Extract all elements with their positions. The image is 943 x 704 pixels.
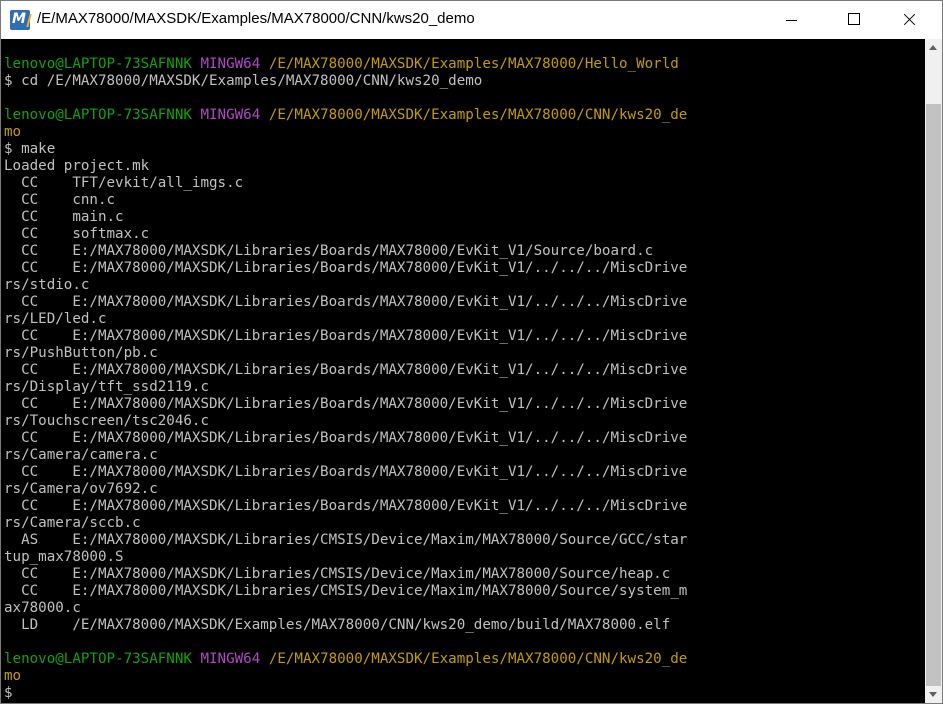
output-line: rs/Display/tft_ssd2119.c <box>4 379 209 395</box>
scroll-up-arrow-icon[interactable] <box>925 39 942 56</box>
output-line: rs/stdio.c <box>4 277 90 293</box>
output-line: CC E:/MAX78000/MAXSDK/Libraries/Boards/M… <box>4 464 688 480</box>
prompt-line: lenovo@LAPTOP-73SAFNNK MINGW64 /E/MAX780… <box>4 107 687 124</box>
output-line: CC E:/MAX78000/MAXSDK/Libraries/Boards/M… <box>4 260 688 276</box>
output-line: LD /E/MAX78000/MAXSDK/Examples/MAX78000/… <box>4 617 671 633</box>
output-line: rs/Camera/sccb.c <box>4 515 141 531</box>
output-line: CC E:/MAX78000/MAXSDK/Libraries/CMSIS/De… <box>4 583 688 599</box>
terminal-output[interactable]: lenovo@LAPTOP-73SAFNNK MINGW64 /E/MAX780… <box>1 39 925 703</box>
maximize-button[interactable] <box>830 1 876 39</box>
prompt-user-host: lenovo@LAPTOP-73SAFNNK <box>4 56 192 72</box>
minimize-button[interactable] <box>768 1 814 39</box>
title-bar[interactable]: M /E/MAX78000/MAXSDK/Examples/MAX78000/C… <box>1 1 942 39</box>
prompt-line: lenovo@LAPTOP-73SAFNNK MINGW64 /E/MAX780… <box>4 56 679 73</box>
command-line: $ cd /E/MAX78000/MAXSDK/Examples/MAX7800… <box>4 73 483 89</box>
close-button[interactable] <box>886 1 932 39</box>
output-line: CC cnn.c <box>4 192 116 208</box>
output-line: ax78000.c <box>4 600 81 616</box>
output-line: CC E:/MAX78000/MAXSDK/Libraries/Boards/M… <box>4 243 654 259</box>
prompt-user-host: lenovo@LAPTOP-73SAFNNK <box>4 651 192 667</box>
prompt-shell: MINGW64 <box>200 651 261 667</box>
output-line: CC E:/MAX78000/MAXSDK/Libraries/Boards/M… <box>4 362 688 378</box>
output-line: Loaded project.mk <box>4 158 150 174</box>
output-line: rs/Touchscreen/tsc2046.c <box>4 413 209 429</box>
vertical-scrollbar[interactable] <box>925 39 942 703</box>
prompt-symbol: $ <box>4 685 13 701</box>
scrollbar-thumb[interactable] <box>926 104 941 686</box>
output-line: CC E:/MAX78000/MAXSDK/Libraries/Boards/M… <box>4 498 688 514</box>
terminal-window: M /E/MAX78000/MAXSDK/Examples/MAX78000/C… <box>0 0 943 704</box>
output-line: CC E:/MAX78000/MAXSDK/Libraries/CMSIS/De… <box>4 566 671 582</box>
output-line: tup_max78000.S <box>4 549 124 565</box>
output-line: CC E:/MAX78000/MAXSDK/Libraries/Boards/M… <box>4 294 688 310</box>
prompt-path-wrap: mo <box>4 668 22 684</box>
output-line: CC E:/MAX78000/MAXSDK/Libraries/Boards/M… <box>4 396 688 412</box>
prompt-path: /E/MAX78000/MAXSDK/Examples/MAX78000/CNN… <box>268 107 688 123</box>
output-line: rs/Camera/ov7692.c <box>4 481 158 497</box>
prompt-shell: MINGW64 <box>200 107 261 123</box>
prompt-path-wrap: mo <box>4 124 22 140</box>
output-line: rs/LED/led.c <box>4 311 107 327</box>
output-line: CC TFT/evkit/all_imgs.c <box>4 175 244 191</box>
scroll-down-arrow-icon[interactable] <box>925 686 942 703</box>
prompt-user-host: lenovo@LAPTOP-73SAFNNK <box>4 107 192 123</box>
output-line: rs/Camera/camera.c <box>4 447 158 463</box>
output-line: CC main.c <box>4 209 124 225</box>
prompt-line: lenovo@LAPTOP-73SAFNNK MINGW64 /E/MAX780… <box>4 651 687 668</box>
output-line: CC E:/MAX78000/MAXSDK/Libraries/Boards/M… <box>4 328 688 344</box>
mingw-app-icon[interactable]: M <box>10 10 32 30</box>
command-line: $ make <box>4 141 56 157</box>
prompt-shell: MINGW64 <box>200 56 261 72</box>
final-prompt-line: $ <box>4 685 13 702</box>
window-title: /E/MAX78000/MAXSDK/Examples/MAX78000/CNN… <box>37 10 475 27</box>
output-line: AS E:/MAX78000/MAXSDK/Libraries/CMSIS/De… <box>4 532 688 548</box>
output-line: CC softmax.c <box>4 226 150 242</box>
output-line: rs/PushButton/pb.c <box>4 345 158 361</box>
prompt-path: /E/MAX78000/MAXSDK/Examples/MAX78000/Hel… <box>268 56 679 72</box>
output-line: CC E:/MAX78000/MAXSDK/Libraries/Boards/M… <box>4 430 688 446</box>
prompt-path: /E/MAX78000/MAXSDK/Examples/MAX78000/CNN… <box>268 651 688 667</box>
